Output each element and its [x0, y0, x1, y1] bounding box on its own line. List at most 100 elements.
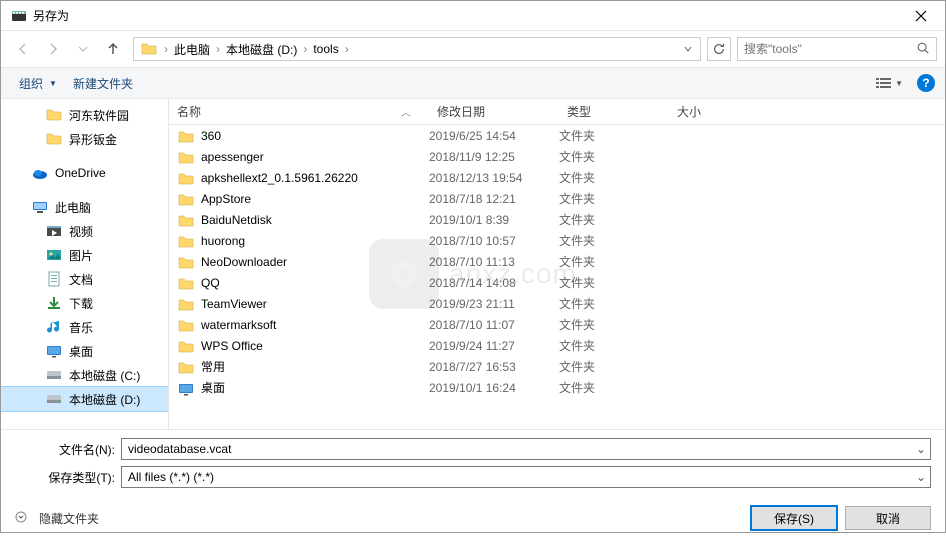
- file-type: 文件夹: [559, 232, 669, 249]
- folder-icon: [177, 149, 195, 165]
- folder-icon: [45, 106, 63, 124]
- hide-folders-link[interactable]: 隐藏文件夹: [39, 510, 99, 527]
- close-button[interactable]: [898, 2, 943, 30]
- table-row[interactable]: 桌面 2019/10/1 16:24文件夹: [169, 377, 945, 398]
- sidebar-item[interactable]: 下载: [1, 291, 168, 315]
- folder-icon: [177, 275, 195, 291]
- chevron-down-icon[interactable]: ⌄: [912, 470, 930, 484]
- sidebar-item-label: 桌面: [69, 343, 93, 360]
- sidebar-item[interactable]: 河东软件园: [1, 103, 168, 127]
- footer: 隐藏文件夹 保存(S) 取消: [1, 498, 945, 540]
- file-name: 桌面: [201, 379, 225, 396]
- file-name: huorong: [201, 234, 245, 248]
- folder-icon: [177, 170, 195, 186]
- table-row[interactable]: apkshellext2_0.1.5961.26220 2018/12/13 19…: [169, 167, 945, 188]
- table-row[interactable]: 常用2018/7/27 16:53文件夹: [169, 356, 945, 377]
- folder-icon: [177, 338, 195, 354]
- file-type: 文件夹: [559, 337, 669, 354]
- sidebar-item[interactable]: 本地磁盘 (D:): [1, 387, 168, 411]
- file-name: apkshellext2_0.1.5961.26220: [201, 171, 358, 185]
- sidebar-item[interactable]: 文档: [1, 267, 168, 291]
- search-box[interactable]: [737, 37, 937, 61]
- address-bar[interactable]: ›此电脑›本地磁盘 (D:)›tools›: [133, 37, 701, 61]
- sidebar-item[interactable]: 视频: [1, 219, 168, 243]
- chevron-right-icon[interactable]: ›: [214, 42, 222, 56]
- column-size[interactable]: 大小: [669, 99, 749, 124]
- sidebar-item[interactable]: 本地磁盘 (C:): [1, 363, 168, 387]
- file-type: 文件夹: [559, 190, 669, 207]
- table-row[interactable]: WPS Office2019/9/24 11:27文件夹: [169, 335, 945, 356]
- sidebar-item[interactable]: 图片: [1, 243, 168, 267]
- back-button[interactable]: [9, 35, 37, 63]
- refresh-button[interactable]: [707, 37, 731, 61]
- column-name[interactable]: 名称︿: [169, 99, 429, 124]
- file-type: 文件夹: [559, 379, 669, 396]
- breadcrumb-item[interactable]: 此电脑: [170, 39, 214, 60]
- filetype-label: 保存类型(T):: [15, 469, 121, 486]
- table-row[interactable]: QQ2018/7/14 14:08文件夹: [169, 272, 945, 293]
- chevron-right-icon[interactable]: ›: [301, 42, 309, 56]
- recent-dropdown[interactable]: [69, 35, 97, 63]
- disk-icon: [45, 390, 63, 408]
- video-icon: [45, 222, 63, 240]
- file-name: 360: [201, 129, 221, 143]
- chevron-right-icon[interactable]: ›: [343, 42, 351, 56]
- column-date[interactable]: 修改日期: [429, 99, 559, 124]
- chevron-down-icon[interactable]: ⌄: [912, 442, 930, 456]
- filename-label: 文件名(N):: [15, 441, 121, 458]
- file-date: 2019/9/23 21:11: [429, 297, 559, 311]
- up-button[interactable]: [99, 35, 127, 63]
- column-type[interactable]: 类型: [559, 99, 669, 124]
- file-type: 文件夹: [559, 316, 669, 333]
- sidebar-item-label: 文档: [69, 271, 93, 288]
- sidebar-item-label: 下载: [69, 295, 93, 312]
- folder-icon: [140, 40, 158, 58]
- filetype-select[interactable]: ⌄: [121, 466, 931, 488]
- folder-icon: [177, 254, 195, 270]
- sidebar-item[interactable]: 音乐: [1, 315, 168, 339]
- table-row[interactable]: TeamViewer2019/9/23 21:11文件夹: [169, 293, 945, 314]
- downloads-icon: [45, 294, 63, 312]
- file-rows[interactable]: 3602019/6/25 14:54文件夹apessenger2018/11/9…: [169, 125, 945, 429]
- folder-icon: [177, 233, 195, 249]
- cancel-button[interactable]: 取消: [845, 506, 931, 530]
- file-list: 名称︿ 修改日期 类型 大小 3602019/6/25 14:54文件夹apes…: [169, 99, 945, 429]
- table-row[interactable]: NeoDownloader2018/7/10 11:13文件夹: [169, 251, 945, 272]
- filename-input[interactable]: ⌄: [121, 438, 931, 460]
- table-row[interactable]: BaiduNetdisk2019/10/1 8:39文件夹: [169, 209, 945, 230]
- sidebar-item[interactable]: OneDrive: [1, 161, 168, 185]
- file-date: 2018/7/18 12:21: [429, 192, 559, 206]
- chevron-right-icon[interactable]: ›: [162, 42, 170, 56]
- search-input[interactable]: [744, 42, 916, 56]
- breadcrumb-item[interactable]: tools: [309, 40, 342, 58]
- organize-menu[interactable]: 组织▼: [11, 71, 65, 96]
- expand-icon[interactable]: [15, 511, 27, 526]
- file-name: TeamViewer: [201, 297, 267, 311]
- sidebar: 河东软件园异形钣金 OneDrive 此电脑视频图片文档下载音乐桌面本地磁盘 (C:…: [1, 99, 169, 429]
- table-row[interactable]: watermarksoft2018/7/10 11:07文件夹: [169, 314, 945, 335]
- table-row[interactable]: 3602019/6/25 14:54文件夹: [169, 125, 945, 146]
- table-row[interactable]: apessenger2018/11/9 12:25文件夹: [169, 146, 945, 167]
- folder-icon: [177, 128, 195, 144]
- sidebar-item-label: 图片: [69, 247, 93, 264]
- pc-icon: [31, 198, 49, 216]
- save-button[interactable]: 保存(S): [751, 506, 837, 530]
- file-date: 2019/10/1 16:24: [429, 381, 559, 395]
- sidebar-item[interactable]: 桌面: [1, 339, 168, 363]
- table-row[interactable]: huorong2018/7/10 10:57文件夹: [169, 230, 945, 251]
- view-options[interactable]: ▼: [869, 72, 909, 94]
- folder-icon: [177, 359, 195, 375]
- help-icon[interactable]: ?: [917, 74, 935, 92]
- sidebar-item-label: 本地磁盘 (D:): [69, 391, 140, 408]
- forward-button[interactable]: [39, 35, 67, 63]
- breadcrumb-item[interactable]: 本地磁盘 (D:): [222, 39, 301, 60]
- file-date: 2018/7/10 11:07: [429, 318, 559, 332]
- disk-icon: [45, 366, 63, 384]
- address-dropdown[interactable]: [678, 44, 698, 54]
- file-date: 2018/12/13 19:54: [429, 171, 559, 185]
- sidebar-item[interactable]: 异形钣金: [1, 127, 168, 151]
- new-folder-button[interactable]: 新建文件夹: [65, 71, 141, 96]
- sidebar-item[interactable]: 此电脑: [1, 195, 168, 219]
- table-row[interactable]: AppStore2018/7/18 12:21文件夹: [169, 188, 945, 209]
- file-type: 文件夹: [559, 274, 669, 291]
